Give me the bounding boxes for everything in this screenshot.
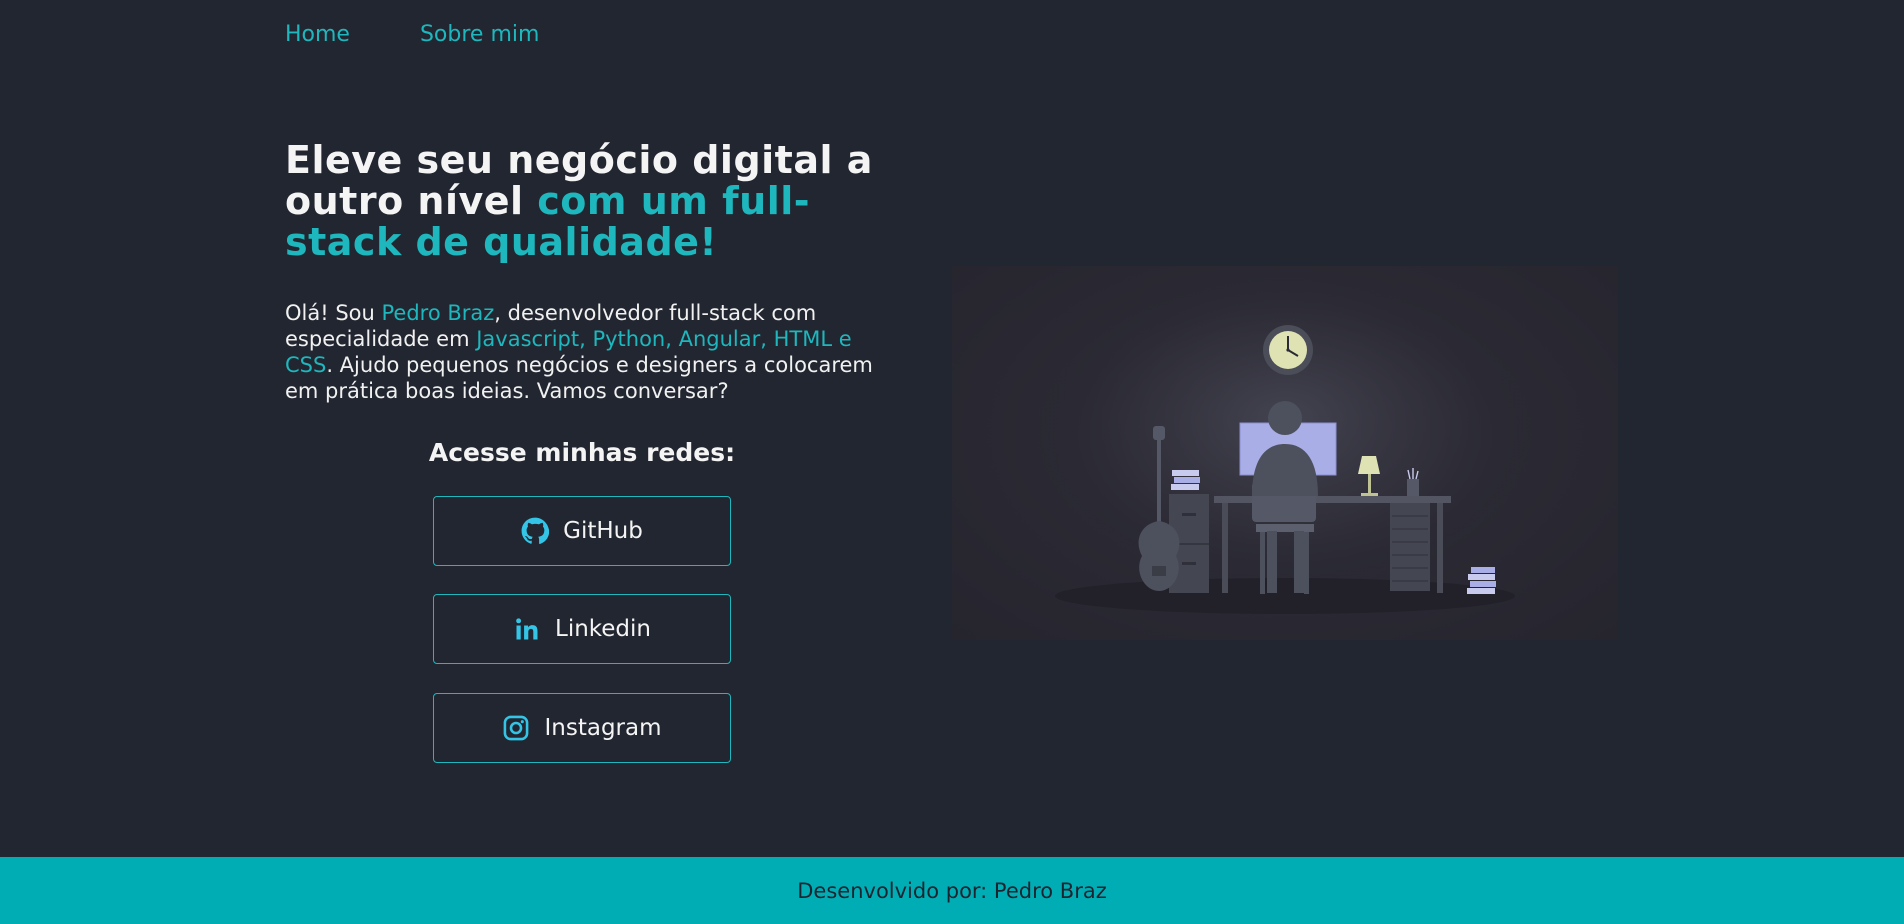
linkedin-icon — [513, 615, 541, 643]
developer-at-desk-illustration — [952, 266, 1618, 640]
instagram-icon — [502, 714, 530, 742]
page: Home Sobre mim Eleve seu negócio digital… — [0, 0, 1904, 924]
hero-title: Eleve seu negócio digital a outro nível … — [285, 140, 885, 263]
intro-name: Pedro Braz — [381, 301, 495, 325]
github-icon — [521, 517, 550, 545]
clock-icon — [1263, 325, 1313, 375]
main-nav: Home Sobre mim — [285, 22, 539, 47]
github-button[interactable]: GitHub — [433, 496, 731, 566]
instagram-button-label: Instagram — [544, 715, 662, 741]
linkedin-button-label: Linkedin — [555, 616, 651, 642]
instagram-button[interactable]: Instagram — [433, 693, 731, 763]
github-button-label: GitHub — [563, 518, 643, 544]
footer-text: Desenvolvido por: Pedro Braz — [797, 878, 1107, 903]
intro-text-3: . Ajudo pequenos negócios e designers a … — [285, 353, 873, 403]
linkedin-button[interactable]: Linkedin — [433, 594, 731, 664]
intro-paragraph: Olá! Sou Pedro Braz, desenvolvedor full-… — [285, 300, 885, 404]
nav-about-link[interactable]: Sobre mim — [420, 22, 539, 47]
nav-home-link[interactable]: Home — [285, 22, 350, 47]
networks-title: Acesse minhas redes: — [428, 438, 736, 467]
footer: Desenvolvido por: Pedro Braz — [0, 857, 1904, 924]
intro-text-1: Olá! Sou — [285, 301, 382, 325]
